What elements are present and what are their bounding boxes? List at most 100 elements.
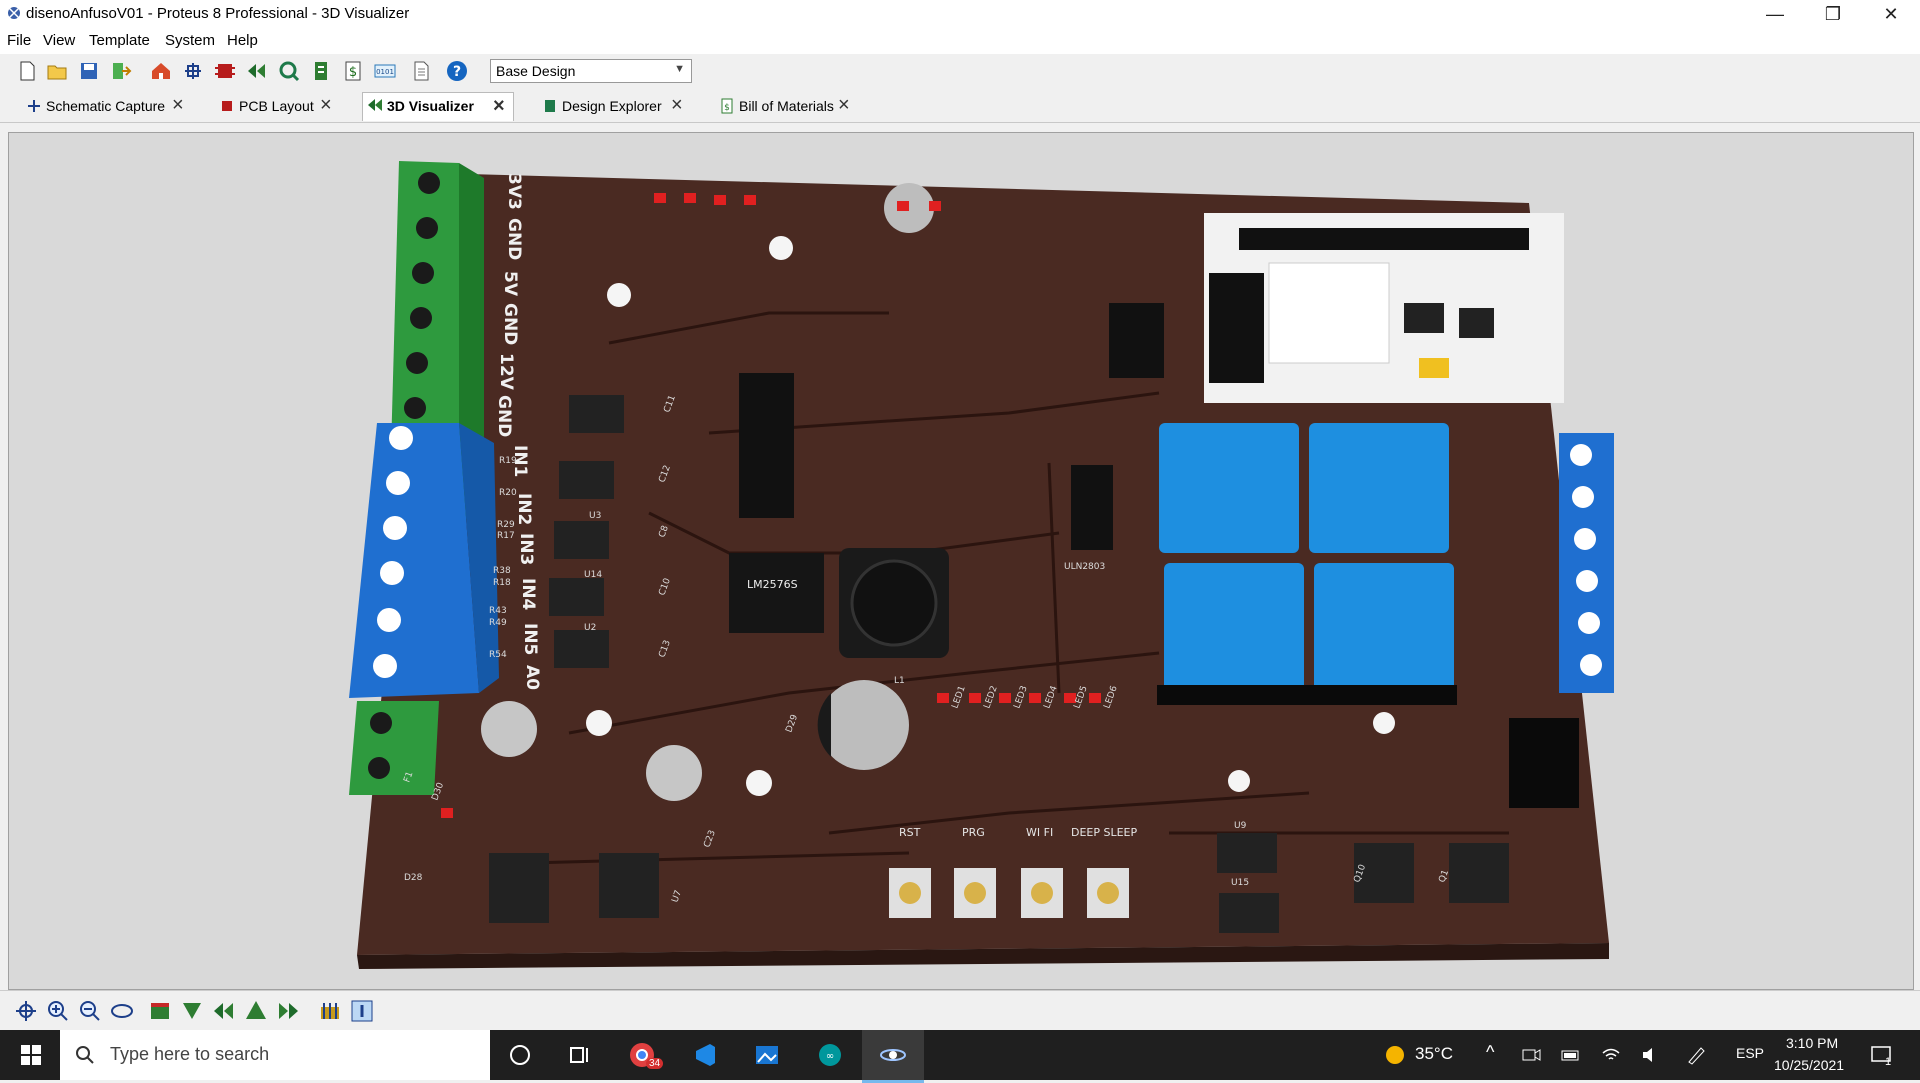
menu-system[interactable]: System — [165, 32, 215, 49]
svg-text:$: $ — [349, 65, 357, 80]
svg-text:IN5: IN5 — [520, 623, 540, 655]
ic-regulator-label: LM2576S — [747, 578, 798, 591]
search-icon — [76, 1046, 94, 1064]
svg-text:R19: R19 — [499, 456, 517, 466]
menu-help[interactable]: Help — [227, 32, 258, 49]
capacitor-large — [819, 680, 909, 770]
menu-file[interactable]: File — [7, 32, 31, 49]
ic-optocoupler — [739, 373, 794, 518]
svg-text:A0: A0 — [522, 665, 542, 690]
pan-icon[interactable] — [14, 999, 38, 1023]
view-left-icon[interactable] — [212, 999, 236, 1023]
svg-text:R29: R29 — [497, 520, 515, 530]
cortana-icon[interactable] — [505, 1040, 535, 1070]
svg-text:U14: U14 — [584, 570, 602, 580]
bottom-terminal-block — [349, 701, 439, 795]
svg-text:R43: R43 — [489, 606, 507, 616]
maximize-button[interactable]: ❐ — [1804, 0, 1862, 28]
svg-text:R49: R49 — [489, 618, 507, 628]
view-front-icon[interactable] — [244, 999, 268, 1023]
proteus-app-icon — [8, 7, 20, 19]
svg-text:IN4: IN4 — [518, 578, 538, 611]
tab-close-icon[interactable]: × — [838, 94, 850, 117]
visualizer-icon[interactable] — [246, 60, 268, 82]
home-icon[interactable] — [150, 60, 172, 82]
language-indicator[interactable]: ESP — [1736, 1045, 1764, 1061]
arduino-icon[interactable]: ∞ — [815, 1040, 845, 1070]
zoom-out-icon[interactable] — [78, 999, 102, 1023]
vscode-icon[interactable] — [690, 1040, 720, 1070]
svg-text:IN3: IN3 — [516, 533, 536, 565]
show-height-icon[interactable] — [318, 999, 342, 1023]
tab-close-icon[interactable]: × — [493, 95, 505, 118]
tab-schematic-capture[interactable]: Schematic Capture × — [22, 94, 192, 118]
open-icon[interactable] — [46, 60, 68, 82]
help-icon[interactable]: ? — [446, 60, 468, 82]
bom-icon[interactable] — [310, 60, 332, 82]
pen-icon[interactable] — [1685, 1040, 1707, 1070]
volume-icon[interactable] — [1640, 1040, 1662, 1070]
svg-text:IN2: IN2 — [514, 493, 534, 525]
wifi-icon[interactable] — [1600, 1040, 1622, 1070]
orbit-icon[interactable] — [110, 999, 134, 1023]
show-info-icon[interactable] — [350, 999, 374, 1023]
explorer-icon[interactable] — [278, 60, 300, 82]
document-icon[interactable] — [410, 60, 432, 82]
weather-icon[interactable] — [1380, 1040, 1410, 1070]
tab-3d-visualizer[interactable]: 3D Visualizer × — [362, 92, 514, 121]
photos-icon[interactable] — [752, 1040, 782, 1070]
windows-start-icon[interactable] — [16, 1040, 46, 1070]
view-toolbar — [0, 990, 1920, 1031]
task-view-icon[interactable] — [565, 1040, 595, 1070]
clock-date[interactable]: 10/25/2021 — [1774, 1057, 1844, 1073]
proteus-taskbar-button[interactable] — [862, 1030, 924, 1083]
esp-module — [1204, 213, 1564, 403]
tab-label: Design Explorer — [562, 98, 662, 114]
ic-regulator — [729, 553, 824, 633]
svg-text:GND: GND — [494, 395, 514, 437]
close-button[interactable]: ✕ — [1862, 0, 1920, 28]
dollar-icon[interactable]: $ — [342, 60, 364, 82]
schematic-icon — [28, 100, 40, 112]
binary-icon[interactable]: 0101 — [374, 60, 396, 82]
input-terminal-block — [349, 423, 499, 698]
svg-text:0101: 0101 — [376, 68, 394, 76]
import-icon[interactable] — [110, 60, 132, 82]
schematic-icon[interactable] — [182, 60, 204, 82]
proteus-app-icon — [880, 1049, 906, 1061]
tab-pcb-layout[interactable]: PCB Layout × — [215, 94, 340, 118]
menu-view[interactable]: View — [43, 32, 75, 49]
view-bottom-icon[interactable] — [180, 999, 204, 1023]
clock-time[interactable]: 3:10 PM — [1786, 1035, 1838, 1051]
save-icon[interactable] — [78, 60, 100, 82]
taskbar-search[interactable]: Type here to search — [60, 1030, 490, 1080]
ic-small — [1109, 303, 1164, 378]
minimize-button[interactable]: — — [1746, 0, 1804, 28]
battery-icon[interactable] — [1560, 1040, 1582, 1070]
pcb-icon — [222, 101, 232, 111]
3d-viewport[interactable]: LM2576S ULN2803 RST PRG WI FI DEEP SLEEP… — [8, 132, 1914, 990]
zoom-in-icon[interactable] — [46, 999, 70, 1023]
svg-text:5V: 5V — [500, 271, 520, 297]
temperature: 35°C — [1415, 1044, 1453, 1063]
main-toolbar: $ 0101 ? — [0, 54, 1920, 88]
view-top-icon[interactable] — [148, 999, 172, 1023]
svg-text:R38: R38 — [493, 566, 511, 576]
variant-value: Base Design — [496, 63, 576, 79]
tab-close-icon[interactable]: × — [671, 94, 683, 117]
menu-template[interactable]: Template — [89, 32, 150, 49]
tab-bill-of-materials[interactable]: $ Bill of Materials × — [715, 94, 860, 118]
tab-close-icon[interactable]: × — [320, 94, 332, 117]
new-icon[interactable] — [16, 60, 38, 82]
pcb-icon[interactable] — [214, 60, 236, 82]
chevron-up-icon[interactable]: ^ — [1486, 1042, 1494, 1063]
variant-select[interactable]: Base Design ▼ — [490, 59, 692, 83]
svg-text:R54: R54 — [489, 650, 507, 660]
tab-design-explorer[interactable]: Design Explorer × — [538, 94, 693, 118]
tab-close-icon[interactable]: × — [172, 94, 184, 117]
svg-text:GND: GND — [500, 303, 520, 345]
pcb-3d-render[interactable]: LM2576S ULN2803 RST PRG WI FI DEEP SLEEP… — [9, 133, 1913, 989]
meet-now-icon[interactable] — [1520, 1040, 1542, 1070]
view-right-icon[interactable] — [276, 999, 300, 1023]
svg-text:R20: R20 — [499, 488, 517, 498]
